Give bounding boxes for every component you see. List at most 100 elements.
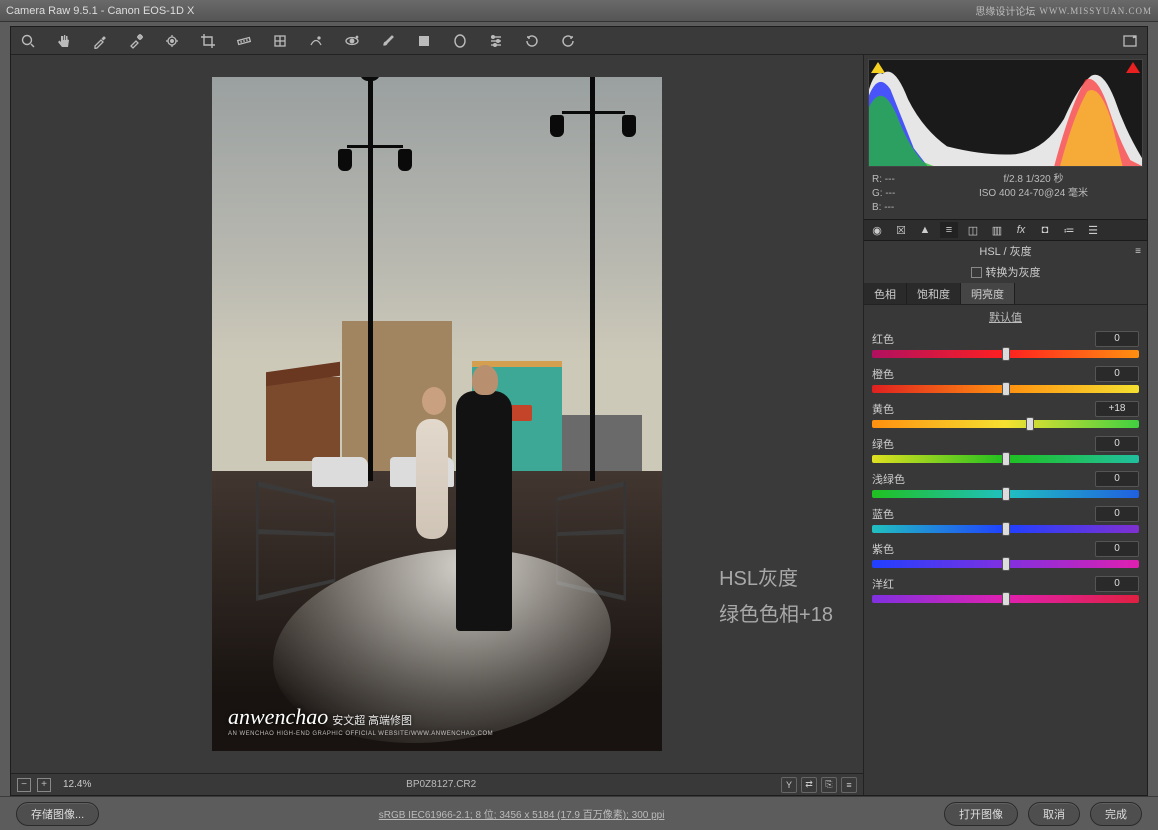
slider-row-0: 红色 0 (872, 331, 1139, 358)
compare-y-icon[interactable]: Y (781, 777, 797, 793)
slider-row-5: 蓝色0 (872, 506, 1139, 533)
hsl-tab-icon[interactable]: ≡ (940, 222, 958, 238)
settings-icon[interactable]: ≡ (841, 777, 857, 793)
photo-preview: anwenchao安文超 高端修图 AN WENCHAO HIGH-END GR… (212, 77, 662, 751)
slider-row-4: 浅绿色0 (872, 471, 1139, 498)
slider-thumb[interactable] (1026, 417, 1034, 431)
slider-thumb[interactable] (1002, 557, 1010, 571)
radial-filter-tool-icon[interactable] (451, 32, 469, 50)
rotate-ccw-icon[interactable] (523, 32, 541, 50)
slider-value[interactable]: 0 (1095, 436, 1139, 452)
hand-tool-icon[interactable] (55, 32, 73, 50)
slider-track[interactable] (872, 490, 1139, 498)
zoom-out-button[interactable]: − (17, 778, 31, 792)
color-sampler-tool-icon[interactable] (127, 32, 145, 50)
camera-tab-icon[interactable]: ◘ (1036, 222, 1054, 238)
curve-tab-icon[interactable]: ☒ (892, 222, 910, 238)
slider-label: 红色 (872, 331, 894, 347)
zoom-tool-icon[interactable] (19, 32, 37, 50)
slider-label: 橙色 (872, 366, 894, 382)
convert-grayscale-row[interactable]: 转换为灰度 (864, 261, 1147, 283)
slider-thumb[interactable] (1002, 522, 1010, 536)
detail-tab-icon[interactable]: ▲ (916, 222, 934, 238)
open-image-button[interactable]: 打开图像 (944, 802, 1018, 826)
basic-tab-icon[interactable]: ◉ (868, 222, 886, 238)
slider-value[interactable]: 0 (1095, 541, 1139, 557)
presets-tab-icon[interactable]: ≔ (1060, 222, 1078, 238)
eyedropper-tool-icon[interactable] (91, 32, 109, 50)
cancel-button[interactable]: 取消 (1028, 802, 1080, 826)
graduated-filter-tool-icon[interactable] (415, 32, 433, 50)
rotate-cw-icon[interactable] (559, 32, 577, 50)
spot-removal-tool-icon[interactable] (307, 32, 325, 50)
slider-value[interactable]: 0 (1095, 366, 1139, 382)
preferences-icon[interactable] (487, 32, 505, 50)
copy-icon[interactable]: ⎘ (821, 777, 837, 793)
slider-row-1: 橙色 0 (872, 366, 1139, 393)
split-tab-icon[interactable]: ◫ (964, 222, 982, 238)
done-button[interactable]: 完成 (1090, 802, 1142, 826)
forum-name: 思缘设计论坛 (975, 3, 1035, 18)
window-title: Camera Raw 9.5.1 - Canon EOS-1D X (6, 5, 194, 17)
panel-menu-icon[interactable]: ≡ (1135, 246, 1141, 257)
slider-track[interactable] (872, 595, 1139, 603)
tab-hue[interactable]: 色相 (864, 283, 907, 304)
slider-track[interactable] (872, 525, 1139, 533)
slider-value[interactable]: 0 (1095, 331, 1139, 347)
preview-footer: − + 12.4% BP0Z8127.CR2 Y ⇄ ⎘ ≡ (11, 773, 863, 795)
highlight-clip-icon[interactable] (1126, 62, 1140, 73)
slider-row-7: 洋红0 (872, 576, 1139, 603)
straighten-tool-icon[interactable] (235, 32, 253, 50)
content-row: anwenchao安文超 高端修图 AN WENCHAO HIGH-END GR… (11, 55, 1147, 795)
histogram[interactable] (868, 59, 1143, 167)
photo-watermark: anwenchao安文超 高端修图 AN WENCHAO HIGH-END GR… (228, 704, 493, 737)
preview-column: anwenchao安文超 高端修图 AN WENCHAO HIGH-END GR… (11, 55, 863, 795)
snapshots-tab-icon[interactable]: ☰ (1084, 222, 1102, 238)
lens-tab-icon[interactable]: ▥ (988, 222, 1006, 238)
fx-tab-icon[interactable]: fx (1012, 222, 1030, 238)
convert-checkbox[interactable] (971, 267, 982, 278)
tab-saturation[interactable]: 饱和度 (907, 283, 961, 304)
slider-row-2: 黄色 +18 (872, 401, 1139, 428)
slider-label: 黄色 (872, 401, 894, 417)
swap-icon[interactable]: ⇄ (801, 777, 817, 793)
slider-thumb[interactable] (1002, 592, 1010, 606)
site-url: WWW.MISSYUAN.COM (1039, 6, 1152, 16)
fullscreen-icon[interactable] (1121, 32, 1139, 50)
workflow-link[interactable]: sRGB IEC61966-2.1; 8 位; 3456 x 5184 (17.… (379, 810, 665, 821)
slider-thumb[interactable] (1002, 347, 1010, 361)
slider-thumb[interactable] (1002, 487, 1010, 501)
slider-track[interactable] (872, 560, 1139, 568)
brush-tool-icon[interactable] (379, 32, 397, 50)
exif-info: R: --- G: --- B: --- f/2.8 1/320 秒 ISO 4… (864, 171, 1147, 219)
slider-value[interactable]: 0 (1095, 471, 1139, 487)
slider-value[interactable]: 0 (1095, 506, 1139, 522)
slider-value[interactable]: +18 (1095, 401, 1139, 417)
panel-title: HSL / 灰度 ≡ (864, 241, 1147, 261)
exif-iso: ISO 400 24-70@24 毫米 (928, 187, 1139, 201)
overlay-annotation: HSL灰度 绿色色相+18 (719, 561, 833, 633)
slider-thumb[interactable] (1002, 452, 1010, 466)
tab-luminance[interactable]: 明亮度 (961, 283, 1015, 304)
watermark-corner: 思缘设计论坛 WWW.MISSYUAN.COM (975, 3, 1152, 18)
titlebar: Camera Raw 9.5.1 - Canon EOS-1D X 思缘设计论坛… (0, 0, 1158, 22)
exif-aperture: f/2.8 1/320 秒 (928, 173, 1139, 187)
zoom-level[interactable]: 12.4% (57, 778, 101, 791)
slider-track[interactable] (872, 385, 1139, 393)
slider-track[interactable] (872, 350, 1139, 358)
shadow-clip-icon[interactable] (871, 62, 885, 73)
targeted-adjust-tool-icon[interactable] (163, 32, 181, 50)
zoom-in-button[interactable]: + (37, 778, 51, 792)
slider-track[interactable] (872, 420, 1139, 428)
slider-value[interactable]: 0 (1095, 576, 1139, 592)
transform-tool-icon[interactable] (271, 32, 289, 50)
slider-thumb[interactable] (1002, 382, 1010, 396)
redeye-tool-icon[interactable] (343, 32, 361, 50)
preview-area[interactable]: anwenchao安文超 高端修图 AN WENCHAO HIGH-END GR… (11, 55, 863, 773)
crop-tool-icon[interactable] (199, 32, 217, 50)
slider-row-6: 紫色0 (872, 541, 1139, 568)
slider-track[interactable] (872, 455, 1139, 463)
save-image-button[interactable]: 存储图像... (16, 802, 99, 826)
hsl-sub-tabs: 色相 饱和度 明亮度 (864, 283, 1147, 305)
default-link[interactable]: 默认值 (864, 305, 1147, 329)
